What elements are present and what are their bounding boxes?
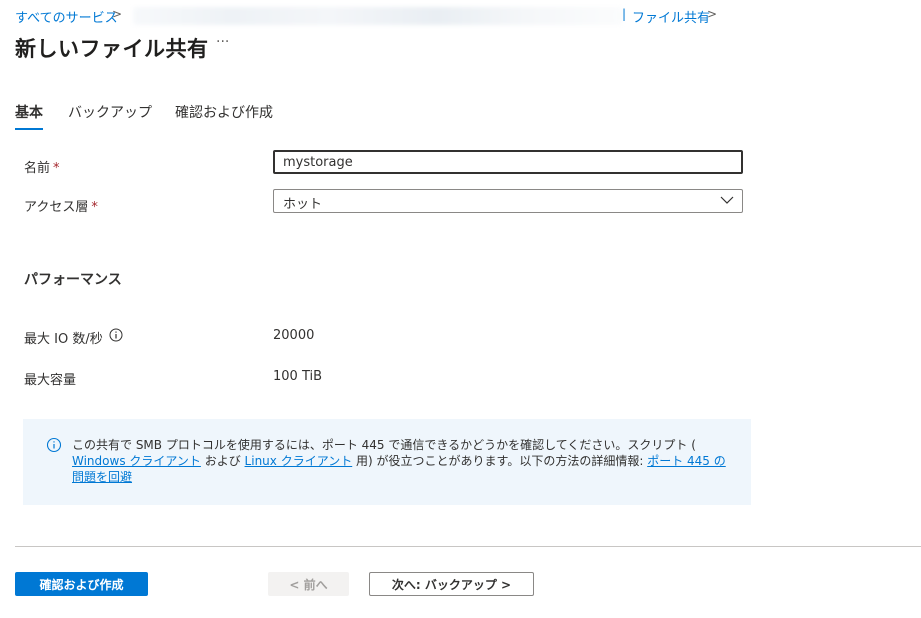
breadcrumb-separator: > [707, 7, 718, 21]
smb-info-banner: この共有で SMB プロトコルを使用するには、ポート 445 で通信できるかどう… [23, 419, 751, 505]
access-tier-dropdown[interactable]: ホット [273, 189, 743, 213]
required-mark: * [91, 200, 98, 215]
name-label-text: 名前 [24, 161, 51, 176]
info-icon [46, 437, 62, 453]
max-io-label: 最大 IO 数/秒 [24, 332, 103, 347]
max-io-value: 20000 [273, 328, 315, 343]
info-text-part3: 用) が役立つことがあります。以下の方法の詳細情報: [352, 454, 648, 468]
review-create-button[interactable]: 確認および作成 [15, 572, 148, 596]
next-backup-button[interactable]: 次へ: バックアップ > [369, 572, 534, 596]
info-text-part1: この共有で SMB プロトコルを使用するには、ポート 445 で通信できるかどう… [72, 438, 696, 452]
tab-bar: 基本 バックアップ 確認および作成 [15, 102, 415, 130]
tab-basics[interactable]: 基本 [15, 102, 43, 130]
chevron-down-icon [720, 196, 734, 204]
info-text-part2: および [200, 454, 245, 468]
access-tier-label: アクセス層 * [24, 196, 98, 215]
windows-client-link[interactable]: Windows クライアント [72, 454, 201, 468]
smb-info-text: この共有で SMB プロトコルを使用するには、ポート 445 で通信できるかどう… [72, 437, 737, 485]
footer-divider [15, 546, 921, 547]
breadcrumb-redacted [133, 7, 623, 25]
name-label: 名前 * [24, 157, 60, 176]
tab-backup[interactable]: バックアップ [68, 102, 152, 128]
info-icon[interactable] [109, 328, 123, 342]
breadcrumb: すべてのサービス > | ファイル共有 > [15, 7, 915, 26]
required-mark: * [53, 161, 60, 176]
breadcrumb-separator: > [112, 7, 123, 21]
breadcrumb-file-shares[interactable]: ファイル共有 [632, 7, 710, 26]
max-capacity-label: 最大容量 [24, 373, 77, 388]
page-title: 新しいファイル共有 [15, 37, 209, 61]
access-tier-label-text: アクセス層 [24, 200, 89, 215]
performance-heading: パフォーマンス [24, 272, 122, 288]
more-options-button[interactable]: ··· [216, 34, 229, 50]
tab-review-create[interactable]: 確認および作成 [175, 102, 273, 128]
breadcrumb-all-services[interactable]: すべてのサービス [15, 7, 118, 26]
name-input[interactable] [273, 150, 743, 174]
breadcrumb-pipe: | [622, 7, 627, 21]
previous-button[interactable]: < 前へ [268, 572, 349, 596]
linux-client-link[interactable]: Linux クライアント [245, 454, 353, 468]
access-tier-value: ホット [283, 197, 323, 212]
max-capacity-value: 100 TiB [273, 369, 323, 384]
